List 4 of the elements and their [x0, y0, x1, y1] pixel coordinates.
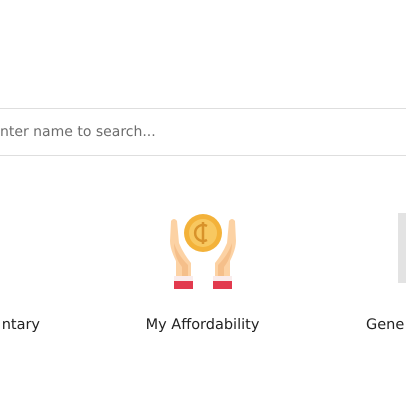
panel-icon — [398, 213, 406, 283]
tile-label[interactable]: ntary — [2, 317, 40, 333]
tile-label[interactable]: My Affordability — [146, 317, 260, 333]
tile-label[interactable]: Gene — [366, 317, 404, 333]
